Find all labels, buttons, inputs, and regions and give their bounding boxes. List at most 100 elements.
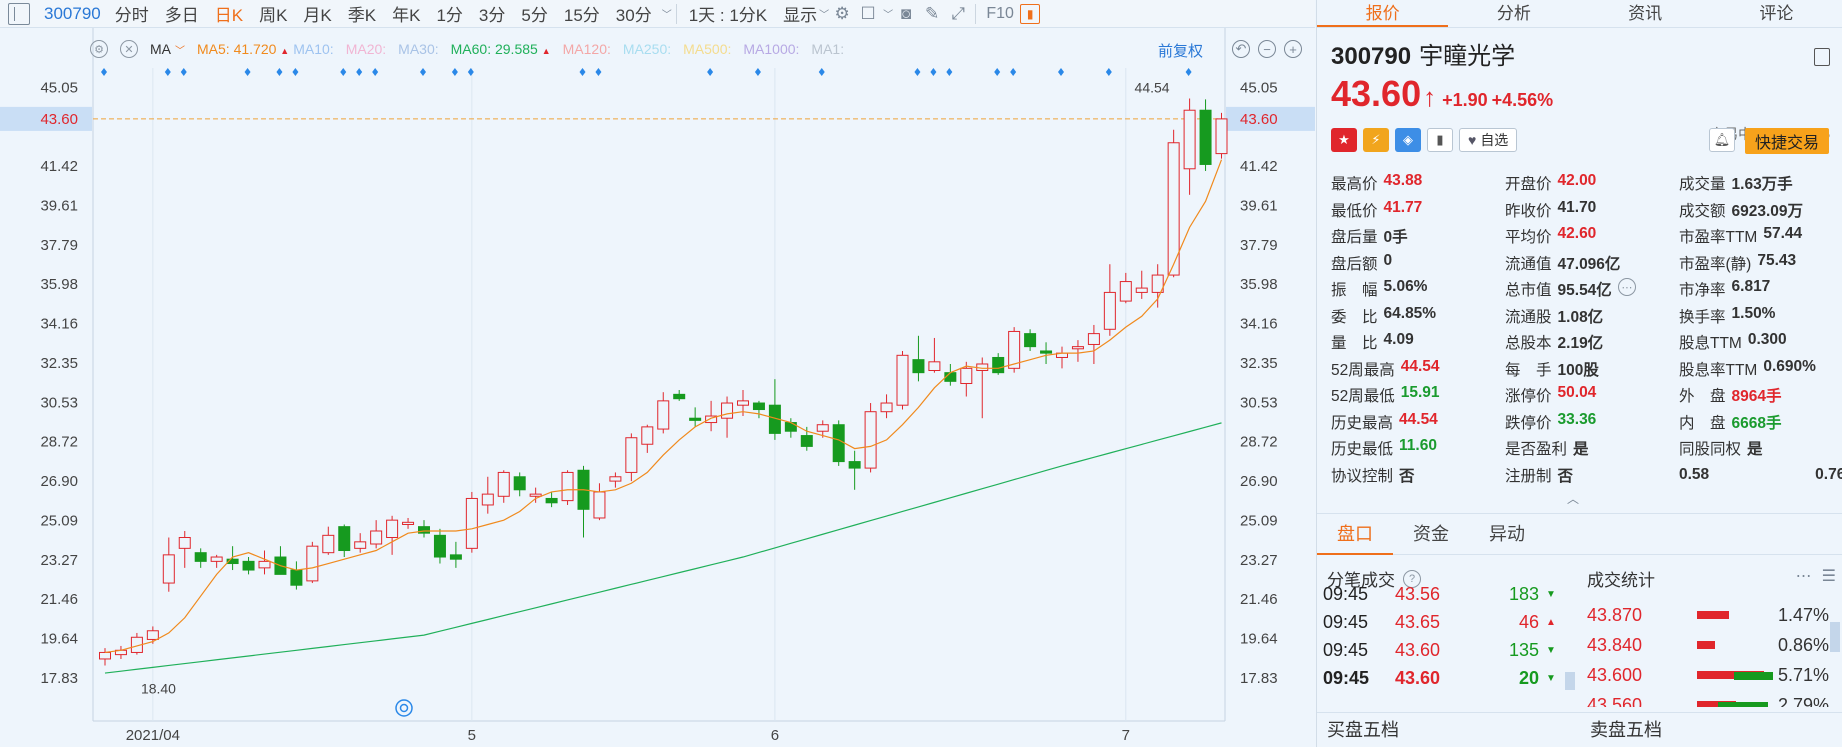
- lightning-icon[interactable]: ⚡: [1363, 128, 1389, 152]
- zoom-in-icon[interactable]: +: [1284, 40, 1302, 58]
- book-tabs: 盘口 资金 异动: [1317, 513, 1842, 555]
- kline-chart-svg[interactable]: 2021/04 5 6 7 45.05 45.05 43.60 43.60 41.42 41.42…: [0, 28, 1315, 747]
- list-icon[interactable]: ☰: [1822, 566, 1836, 586]
- interval-select[interactable]: 1天 : 1分K: [681, 1, 775, 26]
- display-menu[interactable]: 显示: [775, 1, 817, 26]
- chart-toolbar: 300790 分时 多日 日K 周K 月K 季K 年K 1分 3分 5分 15分 30分 ﹀ 1天 :…: [0, 0, 1315, 28]
- close-icon[interactable]: ✕: [120, 40, 138, 58]
- y-tick-label-left: 45.05: [40, 79, 78, 96]
- tag-icon[interactable]: ◈: [1395, 128, 1421, 152]
- trade-price: 43.60: [1395, 639, 1441, 660]
- trade-time: 09:45: [1323, 583, 1369, 604]
- candle-body: [162, 554, 175, 584]
- quote-value: 0.690%: [1763, 357, 1816, 375]
- trades-list[interactable]: 09:45 43.56 183 ▼ 09:45 43.65 46 ▲ 09:45 43.60 135…: [1323, 580, 1563, 693]
- ma120-label: MA120:: [562, 41, 611, 57]
- chevron-down-icon[interactable]: ﹀: [662, 6, 672, 21]
- panel-tab[interactable]: 报价: [1317, 0, 1449, 27]
- quote-row: 量 比 4.09 总股本 2.19亿 股息TTM 0.300: [1331, 329, 1839, 356]
- book-tab[interactable]: 盘口: [1317, 513, 1393, 555]
- period-tab[interactable]: 月K: [295, 1, 339, 26]
- quote-label: 盘后额: [1331, 255, 1378, 273]
- quote-value: 1.08亿: [1557, 308, 1604, 326]
- period-tab[interactable]: 多日: [157, 1, 207, 26]
- quote-cell: 同股同权是: [1679, 437, 1839, 459]
- quote-value: 6923.09万: [1731, 202, 1804, 220]
- stat-row: 43.870 1.47%: [1587, 600, 1837, 630]
- trades-scrollbar[interactable]: [1565, 672, 1575, 690]
- checkbox-square-icon[interactable]: ☐: [855, 3, 881, 25]
- y-tick-label-right: 23.27: [1240, 552, 1278, 569]
- book-tab[interactable]: 资金: [1393, 513, 1469, 555]
- notebook-icon[interactable]: [1814, 48, 1830, 66]
- stats-list[interactable]: 43.870 1.47% 43.840 0.86% 43.600 5.71% 43.560 2…: [1587, 600, 1837, 707]
- last-price: 43.60: [1331, 73, 1422, 114]
- quote-value: 43.88: [1383, 172, 1423, 190]
- add-watchlist-button[interactable]: ♥ 自选: [1459, 128, 1518, 152]
- quote-cell: 外 盘 8964手: [1679, 384, 1839, 406]
- period-tab[interactable]: 日K: [207, 1, 251, 26]
- trade-price: 43.60: [1395, 667, 1441, 688]
- candle-body: [290, 569, 303, 586]
- quote-label: 成交额: [1679, 202, 1726, 220]
- ma250-label: MA250:: [622, 41, 672, 57]
- period-tab[interactable]: 季K: [340, 1, 384, 26]
- quote-cell: 52周最高 44.54: [1331, 358, 1505, 380]
- more-icon[interactable]: ⋯: [1617, 278, 1636, 297]
- period-tab[interactable]: 30分: [608, 1, 660, 26]
- quote-cell: 成交量 1.63万手: [1679, 172, 1839, 194]
- collapse-caret-icon[interactable]: ︿: [1567, 490, 1579, 507]
- china-flag-icon[interactable]: ★: [1331, 128, 1357, 152]
- bell-icon[interactable]: 🔔︎: [1709, 128, 1735, 152]
- period-tab[interactable]: 1分: [428, 1, 470, 26]
- chevron-down-icon[interactable]: ﹀: [883, 6, 893, 21]
- fullscreen-icon[interactable]: ⤢: [945, 3, 971, 25]
- draw-pen-icon[interactable]: ✎: [919, 3, 945, 25]
- book-tab[interactable]: 异动: [1469, 513, 1545, 555]
- quote-cell: 平均价 42.60: [1505, 225, 1679, 247]
- zoom-out-icon[interactable]: −: [1258, 40, 1276, 58]
- camera-icon[interactable]: ◙: [893, 3, 919, 25]
- chevron-down-icon[interactable]: ﹀: [175, 42, 185, 57]
- quote-value: 1.50%: [1731, 304, 1776, 322]
- sidebar-toggle-icon[interactable]: [8, 2, 30, 25]
- candle-body: [418, 526, 430, 534]
- more-icon[interactable]: ⋯: [1796, 566, 1812, 586]
- stats-scrollbar[interactable]: [1830, 622, 1840, 652]
- ma60-label: MA60: 29.585 ▲: [450, 41, 551, 57]
- y-tick-label-left: 23.27: [40, 552, 78, 569]
- settings-icon[interactable]: ⚙: [829, 3, 855, 25]
- buy-bar: [1697, 611, 1729, 619]
- quote-label: 总市值: [1505, 282, 1552, 300]
- quote-cell: 每 手 100股: [1505, 358, 1679, 380]
- panel-tab[interactable]: 评论: [1711, 0, 1842, 27]
- trade-row: 09:45 43.65 46 ▲: [1323, 608, 1563, 636]
- chevron-down-icon[interactable]: ﹀: [819, 6, 829, 21]
- quick-trade-button[interactable]: 快捷交易: [1745, 128, 1829, 154]
- candle-body: [1103, 291, 1116, 330]
- panel-tab[interactable]: 资讯: [1580, 0, 1711, 27]
- undo-icon[interactable]: ↶: [1232, 40, 1250, 58]
- candle-body: [242, 560, 255, 571]
- kline-chart[interactable]: 2021/04 5 6 7 45.05 45.05 43.60 43.60 41.42 41.42…: [0, 28, 1315, 747]
- panel-tab[interactable]: 分析: [1448, 0, 1579, 27]
- stock-code[interactable]: 300790: [38, 4, 107, 24]
- f10-button[interactable]: F10: [980, 3, 1020, 25]
- candle-body: [545, 497, 558, 504]
- period-tab[interactable]: 3分: [471, 1, 513, 26]
- candle-body: [912, 359, 925, 374]
- period-tab[interactable]: 周K: [251, 1, 295, 26]
- y-tick-label-left: 34.16: [40, 316, 78, 333]
- candle-body: [481, 493, 494, 506]
- bookmark-icon[interactable]: ▮: [1427, 128, 1453, 152]
- candle-body: [433, 534, 446, 558]
- period-tab[interactable]: 年K: [384, 1, 428, 26]
- period-tab[interactable]: 5分: [513, 1, 555, 26]
- adjust-type-button[interactable]: 前复权: [1158, 40, 1203, 61]
- settings-icon[interactable]: ⚙: [90, 40, 108, 58]
- panel-toggle-icon[interactable]: ▮: [1020, 3, 1041, 24]
- period-tab[interactable]: 分时: [107, 1, 157, 26]
- candle-body: [210, 556, 223, 562]
- ma-select[interactable]: MA: [150, 41, 171, 57]
- period-tab[interactable]: 15分: [556, 1, 608, 26]
